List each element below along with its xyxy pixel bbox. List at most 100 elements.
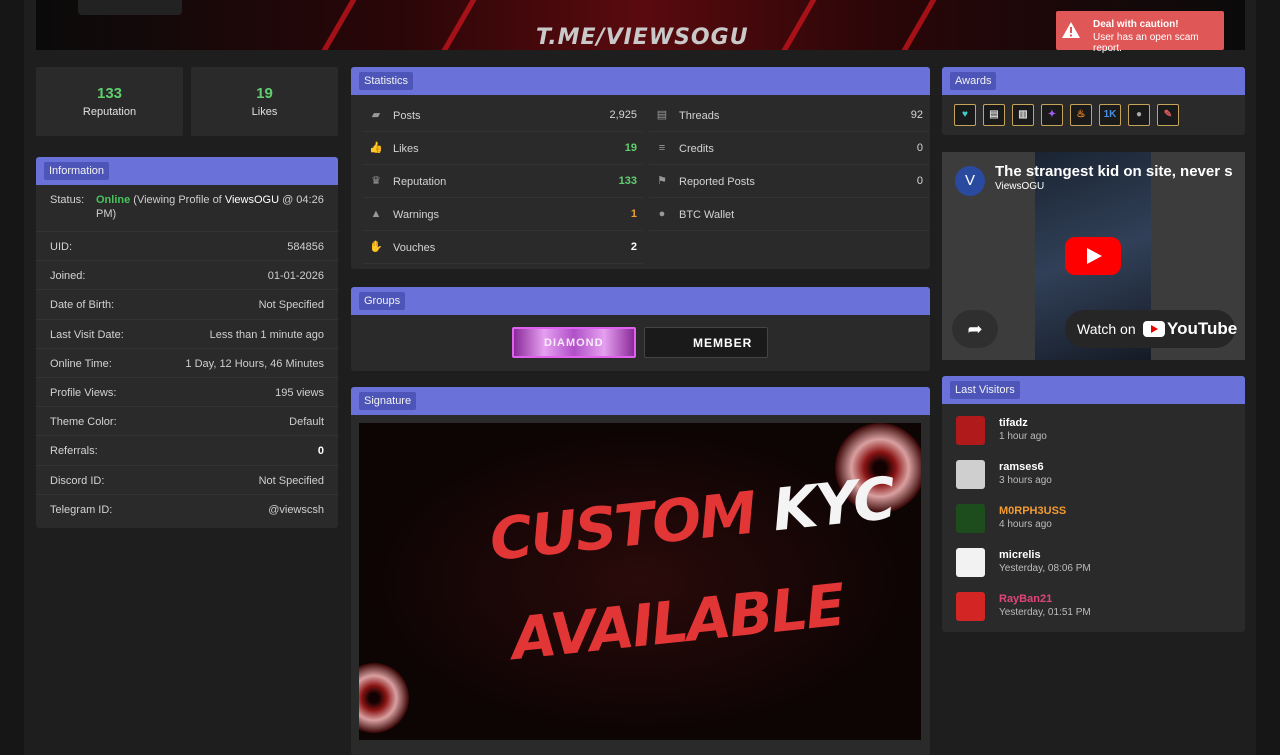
avatar[interactable] (78, 0, 182, 15)
visitor-avatar[interactable] (956, 548, 985, 577)
info-value: 01-01-2026 (267, 270, 324, 283)
stat-row-credits[interactable]: ≡ Credits 0 (649, 132, 929, 165)
youtube-wordmark: YouTube (1167, 319, 1238, 338)
panel-header: Groups (351, 287, 930, 315)
stat-row-reported-posts[interactable]: ⚑ Reported Posts 0 (649, 165, 929, 198)
panel-header: Last Visitors (942, 376, 1245, 404)
panel-header: Signature (351, 387, 930, 415)
stat-value: 2,925 (609, 109, 637, 121)
info-row: Date of Birth: Not Specified (36, 290, 338, 320)
bitcoin-icon: ● (658, 208, 666, 220)
viewing-user-link[interactable]: ViewsOGU (225, 194, 279, 206)
stat-value: 92 (910, 109, 923, 121)
likes-count: 19 (256, 85, 273, 102)
stat-row-likes[interactable]: 👍 Likes 19 (363, 132, 643, 165)
document-award-icon[interactable]: ▤ (983, 104, 1005, 126)
stat-label: Threads (679, 110, 720, 122)
panel-title: Signature (359, 392, 417, 410)
visitor-name[interactable]: RayBan21 (999, 593, 1052, 605)
online-indicator: Online (96, 194, 131, 206)
watch-on-youtube-button[interactable]: Watch on YouTube (1065, 310, 1238, 348)
scroll-award-icon[interactable]: ▥ (1012, 104, 1034, 126)
stat-row-reputation[interactable]: ♛ Reputation 133 (363, 165, 643, 198)
visitor-name[interactable]: ramses6 (999, 461, 1044, 473)
reputation-count: 133 (96, 85, 123, 102)
video-title[interactable]: The strangest kid on site, never s (995, 163, 1233, 180)
visitor-name[interactable]: micrelis (999, 549, 1041, 561)
scam-alert[interactable]: Deal with caution! User has an open scam… (1056, 11, 1224, 54)
likes-box[interactable]: 19 Likes (191, 67, 338, 136)
info-row: Online Time: 1 Day, 12 Hours, 46 Minutes (36, 349, 338, 378)
play-button[interactable] (1065, 237, 1121, 275)
likes-label: Likes (251, 106, 278, 118)
group-badge-text: DIAMOND (544, 337, 604, 349)
stat-label: Reported Posts (679, 176, 755, 188)
info-key: UID: (50, 241, 72, 253)
stat-row-threads[interactable]: ▤ Threads 92 (649, 99, 929, 132)
signature-word: KYC (769, 463, 898, 545)
visitor-time: 4 hours ago (999, 519, 1052, 530)
share-icon[interactable]: ➦ (952, 310, 998, 348)
ribbon-icon: ♛ (371, 175, 381, 187)
stat-row-warnings[interactable]: ▲ Warnings 1 (363, 198, 643, 231)
visitor-item[interactable]: ramses6 3 hours ago (956, 460, 1226, 490)
visitor-avatar[interactable] (956, 592, 985, 621)
status-row: Status: Online (Viewing Profile of Views… (36, 185, 338, 232)
stat-row-btc-wallet[interactable]: ● BTC Wallet (649, 198, 929, 231)
info-key: Profile Views: (50, 386, 117, 399)
visitor-item[interactable]: M0RPH3USS 4 hours ago (956, 504, 1226, 534)
member-group-badge[interactable]: MEMBER (644, 327, 768, 358)
stat-value: 0 (916, 142, 923, 154)
status-value: Online (Viewing Profile of ViewsOGU @ 04… (96, 193, 326, 221)
visitor-item[interactable]: micrelis Yesterday, 08:06 PM (956, 548, 1226, 578)
visitor-item[interactable]: tifadz 1 hour ago (956, 416, 1226, 446)
moon-award-icon[interactable]: ● (1128, 104, 1150, 126)
youtube-icon (1143, 321, 1165, 337)
heart-award-icon[interactable]: ♥ (954, 104, 976, 126)
panel-title: Last Visitors (950, 381, 1020, 399)
banner-streak (321, 0, 357, 50)
signature-headline: CUSTOM KYC (487, 464, 898, 574)
coins-icon: ≡ (658, 142, 666, 154)
visitor-avatar[interactable] (956, 416, 985, 445)
panel-title: Statistics (359, 72, 414, 90)
ticket-award-icon[interactable]: ✎ (1157, 104, 1179, 126)
banner-streak (901, 0, 937, 50)
flag-icon: ⚑ (657, 175, 667, 187)
warning-triangle-icon (1062, 22, 1080, 38)
comments-icon: ▰ (371, 109, 381, 121)
info-key: Date of Birth: (50, 299, 115, 312)
info-value: Not Specified (258, 474, 324, 487)
info-key: Telegram ID: (50, 503, 113, 516)
eye-graphic (359, 663, 409, 733)
stat-row-vouches[interactable]: ✋ Vouches 2 (363, 231, 643, 264)
visitor-item[interactable]: RayBan21 Yesterday, 01:51 PM (956, 592, 1226, 622)
stat-label: Credits (679, 143, 714, 155)
stat-value: 2 (630, 241, 637, 253)
stat-row-posts[interactable]: ▰ Posts 2,925 (363, 99, 643, 132)
panel-header: Information (36, 157, 338, 185)
visitor-time: 3 hours ago (999, 475, 1052, 486)
channel-name[interactable]: ViewsOGU (995, 181, 1044, 192)
alert-message: User has an open scam report. (1093, 32, 1199, 54)
visitor-avatar[interactable] (956, 504, 985, 533)
runner-award-icon[interactable]: ✦ (1041, 104, 1063, 126)
info-row: Referrals: 0 (36, 436, 338, 466)
channel-avatar[interactable]: V (955, 166, 985, 196)
youtube-embed[interactable]: V The strangest kid on site, never s Vie… (942, 152, 1245, 360)
visitor-name[interactable]: tifadz (999, 417, 1028, 429)
group-badge-text: MEMBER (693, 336, 753, 350)
stat-value: 133 (618, 175, 637, 187)
banner-streak (441, 0, 477, 50)
flame-award-icon[interactable]: ♨ (1070, 104, 1092, 126)
visitor-avatar[interactable] (956, 460, 985, 489)
diamond-group-badge[interactable]: DIAMOND (512, 327, 636, 358)
1k-award-icon[interactable]: 1K (1099, 104, 1121, 126)
visitor-name[interactable]: M0RPH3USS (999, 505, 1066, 517)
info-rows: UID: 584856 Joined: 01-01-2026 Date of Birth… (36, 232, 338, 524)
banner-streak (781, 0, 817, 50)
info-row: Joined: 01-01-2026 (36, 261, 338, 291)
signature-subline: AVAILABLE (508, 570, 847, 674)
info-value: 195 views (275, 386, 324, 399)
reputation-box[interactable]: 133 Reputation (36, 67, 183, 136)
